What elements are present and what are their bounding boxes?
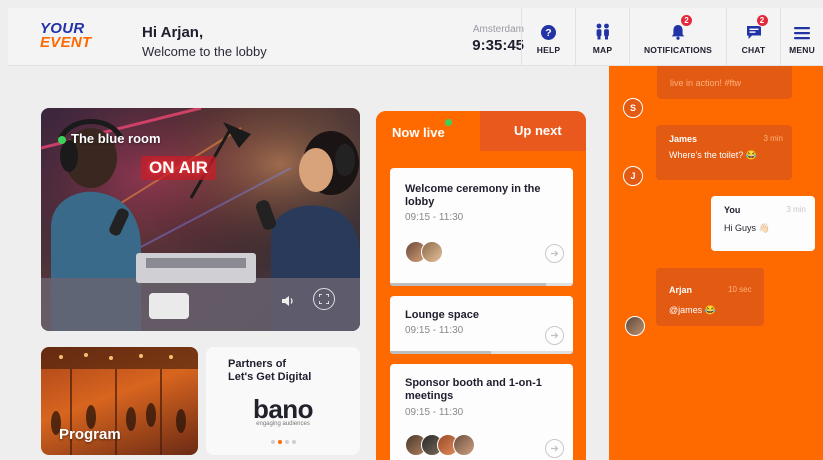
partners-title-line1: Partners of (228, 358, 287, 370)
notifications-label: NOTIFICATIONS (643, 44, 713, 55)
session-title: Welcome ceremony in the lobby (405, 183, 541, 208)
chat-message-text: @james 😂 (669, 305, 716, 315)
chat-message: live in action! #ftw (657, 66, 792, 99)
chat-message: James 3 min Where's the toilet? 😂 (656, 125, 792, 180)
help-label: HELP (536, 44, 561, 55)
chat-message-text: Hi Guys 👋🏻 (724, 223, 770, 233)
chat-icon: 2 (746, 13, 769, 40)
menu-label: MENU (789, 44, 815, 55)
map-label: MAP (592, 44, 613, 55)
attendee-avatars (405, 434, 475, 456)
partners-title: Partners of Let's Get Digital (228, 358, 311, 384)
tab-up-next[interactable]: Up next (480, 111, 586, 151)
session-progress-fill (390, 283, 546, 286)
live-indicator-dot (445, 119, 452, 126)
chat-timestamp: 3 min (763, 134, 783, 143)
chat-message-text: Where's the toilet? 😂 (669, 150, 757, 160)
session-time: 09:15 - 11:30 (405, 407, 464, 418)
carousel-dot[interactable] (291, 440, 296, 444)
session-card[interactable]: Lounge space 09:15 - 11:30 (390, 296, 573, 354)
arrow-right-icon[interactable] (545, 244, 564, 263)
carousel-dot[interactable] (284, 440, 289, 444)
chat-label: CHAT (741, 44, 766, 55)
partners-title-line2: Let's Get Digital (228, 371, 312, 383)
chat-button[interactable]: 2 CHAT (726, 8, 780, 66)
session-progress-fill (390, 351, 491, 354)
avatar (421, 241, 443, 263)
notifications-button[interactable]: 2 NOTIFICATIONS (629, 8, 726, 66)
live-stream-player[interactable]: The blue room ON AIR (41, 108, 360, 331)
tab-up-next-label: Up next (514, 123, 562, 138)
map-icon (595, 20, 611, 40)
avatar: S (623, 98, 643, 118)
partners-carousel[interactable]: Partners of Let's Get Digital bano engag… (206, 347, 360, 455)
avatar: J (623, 166, 643, 186)
chat-sender: You (724, 205, 741, 215)
notifications-badge: 2 (680, 13, 693, 27)
greeting: Hi Arjan, Welcome to the lobby (142, 24, 267, 59)
program-tile[interactable]: Program (41, 347, 198, 455)
chat-timestamp: 10 sec (728, 285, 752, 294)
carousel-dots (206, 440, 360, 444)
session-title: Lounge space (405, 309, 479, 321)
local-clock: Amsterdam 9:35:45 (428, 24, 524, 54)
program-label: Program (59, 426, 121, 443)
avatar (453, 434, 475, 456)
session-progress (390, 351, 573, 354)
room-name: The blue room (71, 131, 161, 146)
greeting-subtitle: Welcome to the lobby (142, 44, 267, 59)
session-time: 09:15 - 11:30 (405, 212, 464, 223)
live-indicator-dot (58, 136, 66, 144)
session-time: 09:15 - 11:30 (405, 325, 464, 336)
tab-now-live[interactable]: Now live (376, 111, 480, 151)
session-card[interactable]: Sponsor booth and 1-on-1 meetings 09:15 … (390, 364, 573, 460)
chat-sender: Arjan (669, 285, 693, 295)
session-card[interactable]: Welcome ceremony in the lobby 09:15 - 11… (390, 168, 573, 286)
map-button[interactable]: MAP (575, 8, 629, 66)
arrow-right-icon[interactable] (545, 439, 564, 458)
session-title: Sponsor booth and 1-on-1 meetings (405, 377, 542, 402)
bell-icon: 2 (671, 13, 693, 40)
greeting-title: Hi Arjan, (142, 24, 204, 41)
arrow-right-icon[interactable] (545, 326, 564, 345)
menu-button[interactable]: MENU (780, 8, 823, 66)
avatar (625, 316, 645, 336)
chat-message: Arjan 10 sec @james 😂 (656, 268, 764, 326)
clock-city: Amsterdam (472, 24, 524, 35)
carousel-dot[interactable] (270, 440, 275, 444)
chat-panel: live in action! #ftw S James 3 min Where… (609, 66, 823, 460)
chat-sender: James (669, 134, 698, 144)
fullscreen-icon[interactable] (313, 288, 335, 310)
top-bar: YOUR EVENT Hi Arjan, Welcome to the lobb… (8, 8, 823, 66)
volume-icon[interactable] (277, 290, 299, 312)
event-logo[interactable]: YOUR EVENT (40, 21, 92, 51)
chat-message-text: live in action! #ftw (670, 78, 742, 88)
chat-timestamp: 3 min (786, 205, 806, 214)
help-button[interactable]: ? HELP (521, 8, 575, 66)
help-icon: ? (541, 20, 556, 40)
tab-now-live-label: Now live (392, 125, 445, 140)
clock-time: 9:35:45 (472, 37, 524, 54)
chat-badge: 2 (755, 13, 769, 27)
carousel-dot-active[interactable] (277, 440, 282, 444)
svg-text:?: ? (545, 27, 551, 39)
partner-logo-tagline: engaging audiences (256, 421, 310, 427)
session-progress (390, 283, 573, 286)
attendee-avatars (405, 241, 443, 263)
chat-message-own: You 3 min Hi Guys 👋🏻 (711, 196, 815, 251)
menu-icon (794, 20, 810, 40)
on-air-sign: ON AIR (141, 156, 216, 180)
logo-line-2: EVENT (40, 34, 92, 51)
